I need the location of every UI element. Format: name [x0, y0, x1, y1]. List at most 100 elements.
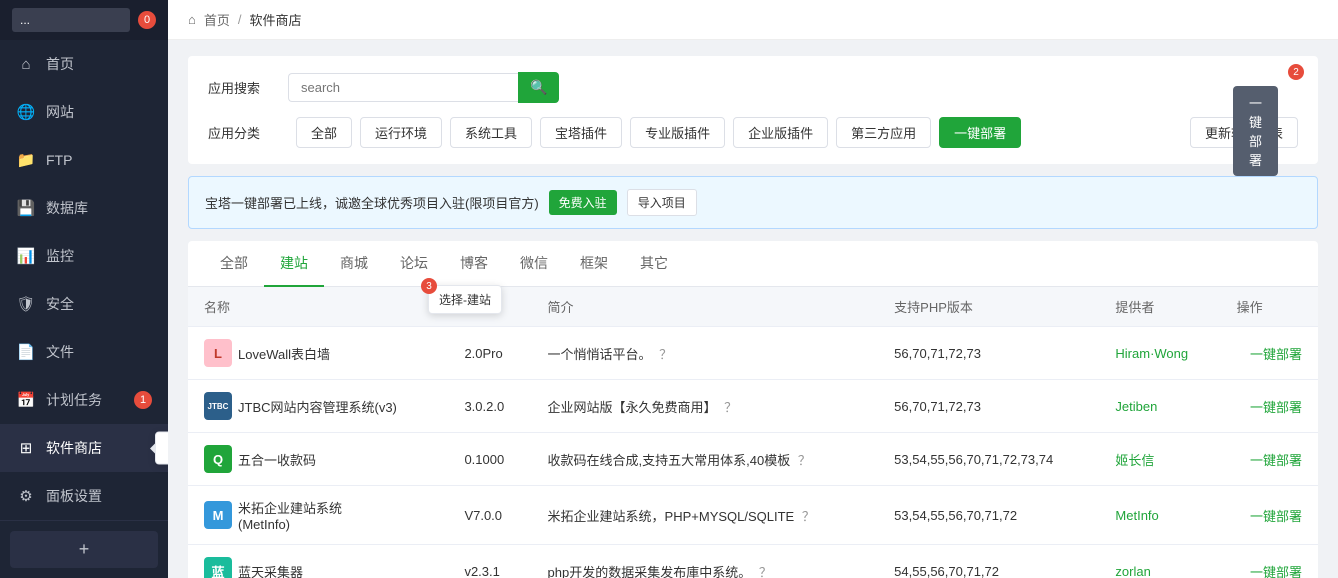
sidebar-item-monitor[interactable]: 📊监控: [0, 232, 168, 280]
help-icon-2[interactable]: ？: [794, 453, 811, 468]
app-name-1: JTBC网站内容管理系统(v3): [238, 397, 397, 416]
php-versions-2: 53,54,55,56,70,71,72,73,74: [878, 433, 1099, 486]
website-icon: 🌐: [16, 102, 36, 122]
sidebar-item-database[interactable]: 💾数据库: [0, 184, 168, 232]
import-project-button[interactable]: 导入项目: [627, 189, 697, 216]
tasks-icon: 📅: [16, 390, 36, 410]
deploy-btn-3[interactable]: 一键部署: [1250, 509, 1302, 524]
home-icon: ⌂: [188, 12, 196, 27]
tab-微信[interactable]: 微信: [504, 241, 564, 287]
provider-3: MetInfo: [1099, 486, 1220, 545]
provider-link-0[interactable]: Hiram·Wong: [1115, 346, 1188, 361]
provider-link-4[interactable]: zorlan: [1115, 564, 1150, 578]
breadcrumb-separator: /: [238, 12, 242, 27]
sidebar-item-security[interactable]: 🛡安全: [0, 280, 168, 328]
action-cell-4: 一键部署: [1221, 545, 1318, 578]
deploy-badge: 2: [1288, 64, 1304, 80]
help-icon-1[interactable]: ？: [721, 400, 738, 415]
app-name-3: 米拓企业建站系统 (MetInfo): [238, 498, 342, 532]
app-desc-4: php开发的数据采集发布庫中系统。 ？: [532, 545, 879, 578]
provider-4: zorlan: [1099, 545, 1220, 578]
provider-0: Hiram·Wong: [1099, 327, 1220, 380]
app-name-0: LoveWall表白墙: [238, 344, 330, 363]
search-input-wrap: 🔍: [288, 72, 559, 103]
software-icon: ⊞: [16, 438, 36, 458]
category-btn-专业版插件[interactable]: 专业版插件: [630, 117, 725, 148]
col-header-支持PHP版本: 支持PHP版本: [878, 287, 1099, 327]
category-btn-企业版插件[interactable]: 企业版插件: [733, 117, 828, 148]
category-btn-全部[interactable]: 全部: [296, 117, 352, 148]
tab-bar: 全部建站商城论坛博客微信框架其它选择-建站3: [188, 241, 1318, 287]
search-button[interactable]: 🔍: [518, 72, 559, 103]
sidebar-item-software[interactable]: ⊞软件商店软件商店: [0, 424, 168, 472]
action-cell-2: 一键部署: [1221, 433, 1318, 486]
sidebar-item-tasks[interactable]: 📅 计划任务 1: [0, 376, 168, 424]
table-row: LLoveWall表白墙2.0Pro一个悄悄话平台。 ？56,70,71,72,…: [188, 327, 1318, 380]
col-header-名称: 名称: [188, 287, 448, 327]
sidebar-item-label-website: 网站: [46, 102, 74, 122]
tab-其它[interactable]: 其它: [624, 241, 684, 287]
nav-badge-tasks: 1: [134, 391, 152, 409]
app-table: 名称版本简介支持PHP版本提供者操作 LLoveWall表白墙2.0Pro一个悄…: [188, 287, 1318, 578]
tab-section: 全部建站商城论坛博客微信框架其它选择-建站3 名称版本简介支持PHP版本提供者操…: [188, 241, 1318, 578]
app-name-4: 蓝天采集器: [238, 562, 303, 578]
breadcrumb-current: 软件商店: [250, 10, 302, 29]
notice-text: 宝塔一键部署已上线，诚邀全球优秀项目入驻(限项目官方): [205, 193, 539, 212]
category-btn-系统工具[interactable]: 系统工具: [450, 117, 532, 148]
free-join-button[interactable]: 免费入驻: [549, 190, 617, 215]
category-btn-一键部署[interactable]: 一键部署: [939, 117, 1021, 148]
tab-博客[interactable]: 博客: [444, 241, 504, 287]
one-key-deploy-top-button[interactable]: 一键部署: [1233, 86, 1278, 176]
sidebar-header: ... 0: [0, 0, 168, 40]
tab-框架[interactable]: 框架: [564, 241, 624, 287]
app-desc-0: 一个悄悄话平台。 ？: [532, 327, 879, 380]
sidebar-item-home[interactable]: ⌂首页: [0, 40, 168, 88]
sidebar-item-ftp[interactable]: 📁FTP: [0, 136, 168, 184]
app-version-4: v2.3.1: [448, 545, 531, 578]
tab-商城[interactable]: 商城: [324, 241, 384, 287]
breadcrumb-home-label: 首页: [204, 10, 230, 29]
category-btn-运行环境[interactable]: 运行环境: [360, 117, 442, 148]
deploy-btn-4[interactable]: 一键部署: [1250, 565, 1302, 578]
php-versions-1: 56,70,71,72,73: [878, 380, 1099, 433]
sidebar: ... 0 ⌂首页 🌐 网站 📁FTP💾数据库📊监控🛡安全📄文件 📅 计划任务 1 ⊞软件商店…: [0, 0, 168, 578]
database-icon: 💾: [16, 198, 36, 218]
category-btn-宝塔插件[interactable]: 宝塔插件: [540, 117, 622, 148]
table-row: M米拓企业建站系统 (MetInfo)V7.0.0米拓企业建站系统，PHP+MY…: [188, 486, 1318, 545]
breadcrumb: ⌂ 首页 / 软件商店: [168, 0, 1338, 40]
sidebar-title: ...: [12, 8, 130, 32]
deploy-btn-0[interactable]: 一键部署: [1250, 347, 1302, 362]
search-row: 应用搜索 🔍 一键部署 2: [208, 72, 1298, 103]
app-name-cell-1: JTBCJTBC网站内容管理系统(v3): [188, 380, 448, 433]
sidebar-item-label-panel: 面板设置: [46, 486, 102, 506]
home-icon: ⌂: [16, 54, 36, 74]
app-desc-2: 收款码在线合成,支持五大常用体系,40模板 ？: [532, 433, 879, 486]
sidebar-item-files[interactable]: 📄文件: [0, 328, 168, 376]
sidebar-nav: ⌂首页 🌐 网站 📁FTP💾数据库📊监控🛡安全📄文件 📅 计划任务 1 ⊞软件商店软件商店 ⚙ 面…: [0, 40, 168, 520]
category-label: 应用分类: [208, 123, 288, 142]
search-label: 应用搜索: [208, 78, 288, 97]
action-cell-3: 一键部署: [1221, 486, 1318, 545]
php-versions-4: 54,55,56,70,71,72: [878, 545, 1099, 578]
sidebar-item-website[interactable]: 🌐 网站: [0, 88, 168, 136]
provider-link-1[interactable]: Jetiben: [1115, 399, 1157, 414]
tab-建站[interactable]: 建站: [264, 241, 324, 287]
deploy-btn-1[interactable]: 一键部署: [1250, 400, 1302, 415]
category-btn-第三方应用[interactable]: 第三方应用: [836, 117, 931, 148]
search-input[interactable]: [288, 73, 518, 102]
tab-全部[interactable]: 全部: [204, 241, 264, 287]
category-row: 应用分类 全部运行环境系统工具宝塔插件专业版插件企业版插件第三方应用一键部署更新…: [208, 117, 1298, 148]
panel-icon: ⚙: [16, 486, 36, 506]
help-icon-4[interactable]: ？: [755, 565, 772, 578]
help-icon-3[interactable]: ？: [798, 509, 815, 524]
deploy-btn-2[interactable]: 一键部署: [1250, 453, 1302, 468]
provider-link-2[interactable]: 姬长信: [1115, 453, 1154, 468]
help-icon-0[interactable]: ？: [656, 347, 673, 362]
app-icon-0: L: [204, 339, 232, 367]
provider-link-3[interactable]: MetInfo: [1115, 508, 1158, 523]
tab-tooltip: 选择-建站3: [428, 285, 502, 314]
col-header-操作: 操作: [1221, 287, 1318, 327]
sidebar-item-label-tasks: 计划任务: [46, 390, 102, 410]
add-button[interactable]: +: [10, 531, 158, 568]
sidebar-item-panel[interactable]: ⚙ 面板设置: [0, 472, 168, 520]
